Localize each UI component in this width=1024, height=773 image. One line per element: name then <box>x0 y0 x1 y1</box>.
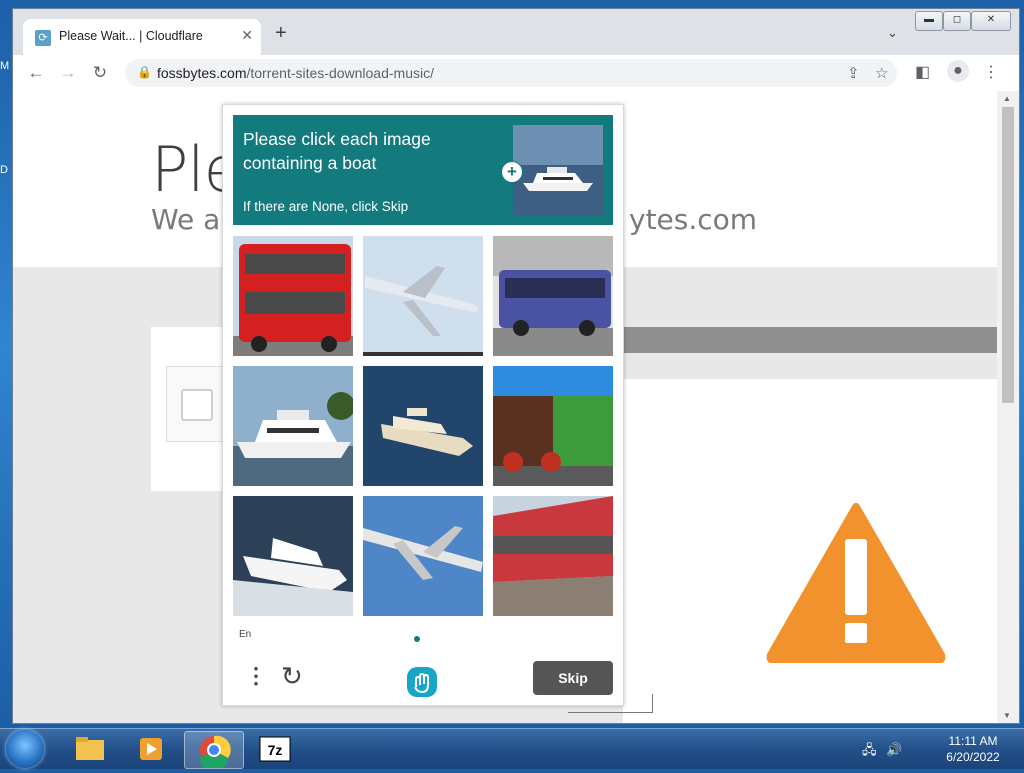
prompt-text: Please click each image containing a boa… <box>243 129 431 173</box>
add-circle-icon: + <box>501 161 523 183</box>
taskbar-7zip-icon[interactable]: 7z <box>246 731 304 767</box>
start-button-windows-icon[interactable] <box>6 730 44 768</box>
captcha-image-bus-blue[interactable] <box>493 236 613 356</box>
minimize-button[interactable]: ▬ <box>915 11 943 31</box>
scrollbar-thumb[interactable] <box>1002 107 1014 403</box>
new-tab-button[interactable]: + <box>275 23 287 43</box>
prompt-hint: If there are None, click Skip <box>243 199 409 214</box>
language-selector[interactable]: En <box>239 629 251 640</box>
hcaptcha-challenge: Please click each image containing a boa… <box>222 104 624 706</box>
challenge-prompt: Please click each image containing a boa… <box>233 115 613 225</box>
lock-icon: 🔒 <box>137 65 152 79</box>
refresh-icon[interactable]: ↻ <box>281 663 303 689</box>
side-panel-icon[interactable]: ◧ <box>915 62 930 82</box>
page-subheading: We ar <box>151 203 232 236</box>
tab-title: Please Wait... | Cloudflare <box>59 29 203 43</box>
address-bar[interactable]: 🔒 fossbytes.com/torrent-sites-download-m… <box>125 59 897 87</box>
captcha-checkbox-widget[interactable] <box>166 366 228 442</box>
skip-button[interactable]: Skip <box>533 661 613 695</box>
clock[interactable]: 11:11 AM 6/20/2022 <box>940 733 1006 765</box>
captcha-image-train-steam[interactable] <box>493 366 613 486</box>
decorative-stripe <box>613 327 997 353</box>
volume-icon[interactable]: 🔊 <box>886 742 902 757</box>
share-icon[interactable]: ⇪ <box>847 64 860 82</box>
captcha-image-train-red[interactable] <box>493 496 613 616</box>
system-tray: 🖧 🔊 <box>862 741 902 763</box>
desktop-icon-label-fragment: D <box>0 164 8 176</box>
url-text[interactable]: fossbytes.com/torrent-sites-download-mus… <box>157 65 434 81</box>
bookmark-star-icon[interactable]: ☆ <box>875 64 888 82</box>
tab-search-chevron-icon[interactable]: ⌄ <box>887 25 898 41</box>
clock-date: 6/20/2022 <box>946 750 1000 764</box>
tab-strip: ⟳ Please Wait... | Cloudflare ✕ + ⌄ ▬ ◻ … <box>13 9 1019 55</box>
more-menu-icon[interactable]: ⋮ <box>983 62 999 82</box>
captcha-image-airplane-2[interactable] <box>363 496 483 616</box>
example-boat-image <box>513 125 603 215</box>
taskbar: 7z 🖧 🔊 11:11 AM 6/20/2022 <box>0 728 1024 772</box>
profile-avatar-icon[interactable]: ● <box>947 60 969 82</box>
captcha-image-boat-2[interactable] <box>363 366 483 486</box>
vertical-scrollbar[interactable]: ▲ ▼ <box>997 91 1019 723</box>
svg-text:7z: 7z <box>268 742 283 758</box>
menu-icon[interactable]: ⋮ <box>245 665 267 687</box>
network-icon[interactable]: 🖧 <box>862 742 877 757</box>
clock-time: 11:11 AM <box>948 734 998 748</box>
url-host: fossbytes.com <box>157 65 247 81</box>
captcha-image-boat-1[interactable] <box>233 366 353 486</box>
back-arrow-icon[interactable]: ← <box>25 62 47 84</box>
captcha-image-airplane-1[interactable] <box>363 236 483 356</box>
captcha-image-boat-3[interactable] <box>233 496 353 616</box>
page-subheading-domain: ytes.com <box>629 203 758 236</box>
close-window-button[interactable]: ✕ <box>971 11 1011 31</box>
captcha-image-bus-red[interactable] <box>233 236 353 356</box>
browser-tab-active[interactable]: ⟳ Please Wait... | Cloudflare ✕ <box>23 19 261 55</box>
cloudflare-favicon-icon: ⟳ <box>35 30 51 46</box>
warning-icon <box>766 503 946 663</box>
url-path: /torrent-sites-download-music/ <box>246 65 434 81</box>
taskbar-file-explorer-icon[interactable] <box>60 731 118 767</box>
desktop-icon-label-fragment: M <box>0 60 10 72</box>
close-tab-icon[interactable]: ✕ <box>241 27 253 44</box>
captcha-checkbox[interactable] <box>181 389 213 421</box>
forward-arrow-icon[interactable]: → <box>57 62 79 84</box>
maximize-button[interactable]: ◻ <box>943 11 971 31</box>
hcaptcha-logo-icon <box>407 667 437 697</box>
scroll-up-icon[interactable]: ▲ <box>1003 94 1011 103</box>
reload-icon[interactable]: ↻ <box>89 62 111 84</box>
scroll-down-icon[interactable]: ▼ <box>1003 711 1011 720</box>
progress-dot <box>414 636 420 642</box>
taskbar-chrome-icon[interactable] <box>184 731 244 772</box>
taskbar-media-player-icon[interactable] <box>122 731 180 767</box>
browser-toolbar: ← → ↻ 🔒 fossbytes.com/torrent-sites-down… <box>13 55 1019 91</box>
